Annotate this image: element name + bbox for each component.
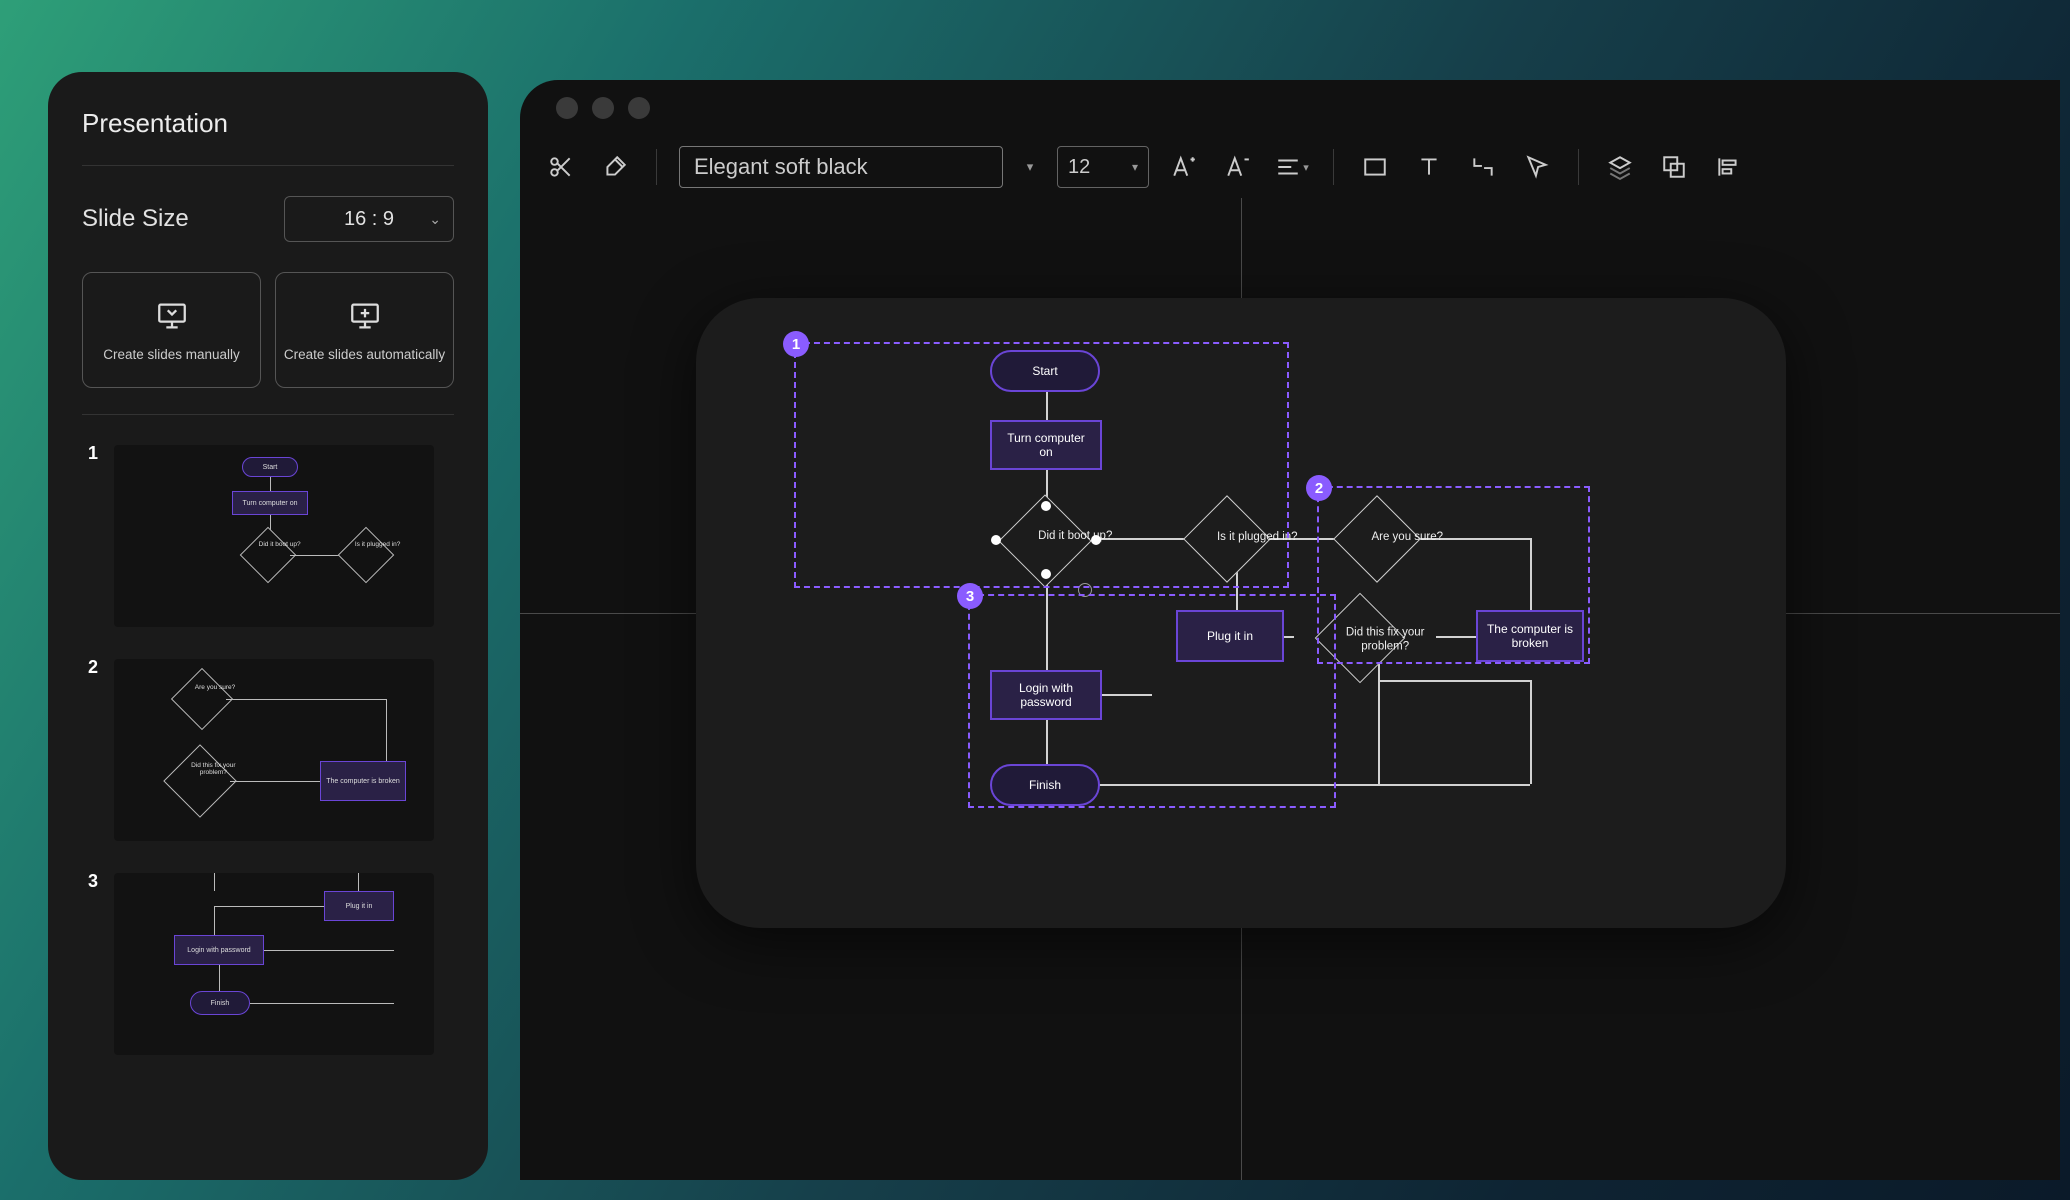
divider: [82, 165, 454, 166]
connector: [1378, 680, 1530, 682]
align-objects-icon: [1715, 154, 1741, 180]
chevron-down-icon: ▾: [1132, 160, 1138, 174]
font-decrease-icon: [1225, 154, 1251, 180]
selection-badge: 2: [1306, 475, 1332, 501]
cursor-icon: [1524, 154, 1550, 180]
slide-number: 3: [88, 871, 98, 892]
chevron-down-icon: ⌄: [429, 211, 441, 228]
align-left-icon: [1275, 154, 1301, 180]
font-increase-icon: [1171, 154, 1197, 180]
text-tool-button[interactable]: [1410, 148, 1448, 186]
traffic-light-minimize[interactable]: [592, 97, 614, 119]
traffic-light-zoom[interactable]: [628, 97, 650, 119]
presentation-add-icon: [348, 299, 382, 333]
format-painter-button[interactable]: [596, 148, 634, 186]
font-family-field[interactable]: Elegant soft black: [679, 146, 1003, 188]
slide-thumbnail-2[interactable]: 2 Are you sure? Did this fix your proble…: [82, 659, 454, 841]
increase-font-button[interactable]: [1165, 148, 1203, 186]
group-icon: [1661, 154, 1687, 180]
group-button[interactable]: [1655, 148, 1693, 186]
chevron-down-icon: ▾: [1303, 161, 1309, 174]
selection-1[interactable]: 1: [794, 342, 1289, 588]
create-slides-manually-button[interactable]: Create slides manually: [82, 272, 261, 388]
presentation-sidebar: Presentation Slide Size 16 : 9 ⌄ Create …: [48, 72, 488, 1180]
slide-size-label: Slide Size: [82, 205, 189, 233]
scissors-icon: [548, 154, 574, 180]
toolbar-divider: [656, 149, 657, 185]
layers-button[interactable]: [1601, 148, 1639, 186]
editor-toolbar: Elegant soft black ▾ 12▾ ▾: [520, 136, 2060, 198]
slide-thumbnails: 1 Start Turn computer on Did it boot up?…: [82, 445, 454, 1055]
toolbar-divider: [1333, 149, 1334, 185]
divider: [82, 414, 454, 415]
window-titlebar: [520, 80, 2060, 136]
selection-2[interactable]: 2: [1317, 486, 1590, 664]
slide-canvas[interactable]: Start Turn computer on Did it boot up? I…: [696, 298, 1786, 928]
slide-size-value: 16 : 9: [344, 208, 394, 231]
slide-number: 1: [88, 443, 98, 464]
editor-canvas[interactable]: Start Turn computer on Did it boot up? I…: [520, 198, 2060, 1180]
slide-thumbnail-3[interactable]: 3 Plug it in Login with password Finish: [82, 873, 454, 1055]
slide-number: 2: [88, 657, 98, 678]
selection-badge: 3: [957, 583, 983, 609]
rectangle-icon: [1362, 154, 1388, 180]
thumbnail-canvas: Are you sure? Did this fix your problem?…: [114, 659, 434, 841]
create-buttons-row: Create slides manually Create slides aut…: [82, 272, 454, 388]
create-slides-automatically-button[interactable]: Create slides automatically: [275, 272, 454, 388]
toolbar-divider: [1578, 149, 1579, 185]
thumbnail-canvas: Start Turn computer on Did it boot up? I…: [114, 445, 434, 627]
slide-size-select[interactable]: 16 : 9 ⌄: [284, 196, 454, 242]
selection-3[interactable]: 3: [968, 594, 1336, 808]
sidebar-title: Presentation: [82, 108, 454, 139]
connector: [1530, 680, 1532, 784]
font-size-field[interactable]: 12▾: [1057, 146, 1149, 188]
layers-icon: [1607, 154, 1633, 180]
selection-badge: 1: [783, 331, 809, 357]
editor-window: Elegant soft black ▾ 12▾ ▾: [520, 80, 2060, 1180]
connector-icon: [1470, 154, 1496, 180]
align-button[interactable]: ▾: [1273, 148, 1311, 186]
thumbnail-canvas: Plug it in Login with password Finish: [114, 873, 434, 1055]
connector-tool-button[interactable]: [1464, 148, 1502, 186]
slide-thumbnail-1[interactable]: 1 Start Turn computer on Did it boot up?…: [82, 445, 454, 627]
create-manual-label: Create slides manually: [103, 347, 240, 362]
shape-rect-button[interactable]: [1356, 148, 1394, 186]
cursor-tool-button[interactable]: [1518, 148, 1556, 186]
text-icon: [1416, 154, 1442, 180]
presentation-screen-icon: [155, 299, 189, 333]
cut-button[interactable]: [542, 148, 580, 186]
align-objects-button[interactable]: [1709, 148, 1747, 186]
font-family-dropdown[interactable]: ▾: [1019, 159, 1041, 175]
create-auto-label: Create slides automatically: [284, 347, 445, 362]
slide-size-row: Slide Size 16 : 9 ⌄: [82, 196, 454, 242]
decrease-font-button[interactable]: [1219, 148, 1257, 186]
traffic-light-close[interactable]: [556, 97, 578, 119]
paintbrush-icon: [602, 154, 628, 180]
connector: [1378, 680, 1380, 784]
